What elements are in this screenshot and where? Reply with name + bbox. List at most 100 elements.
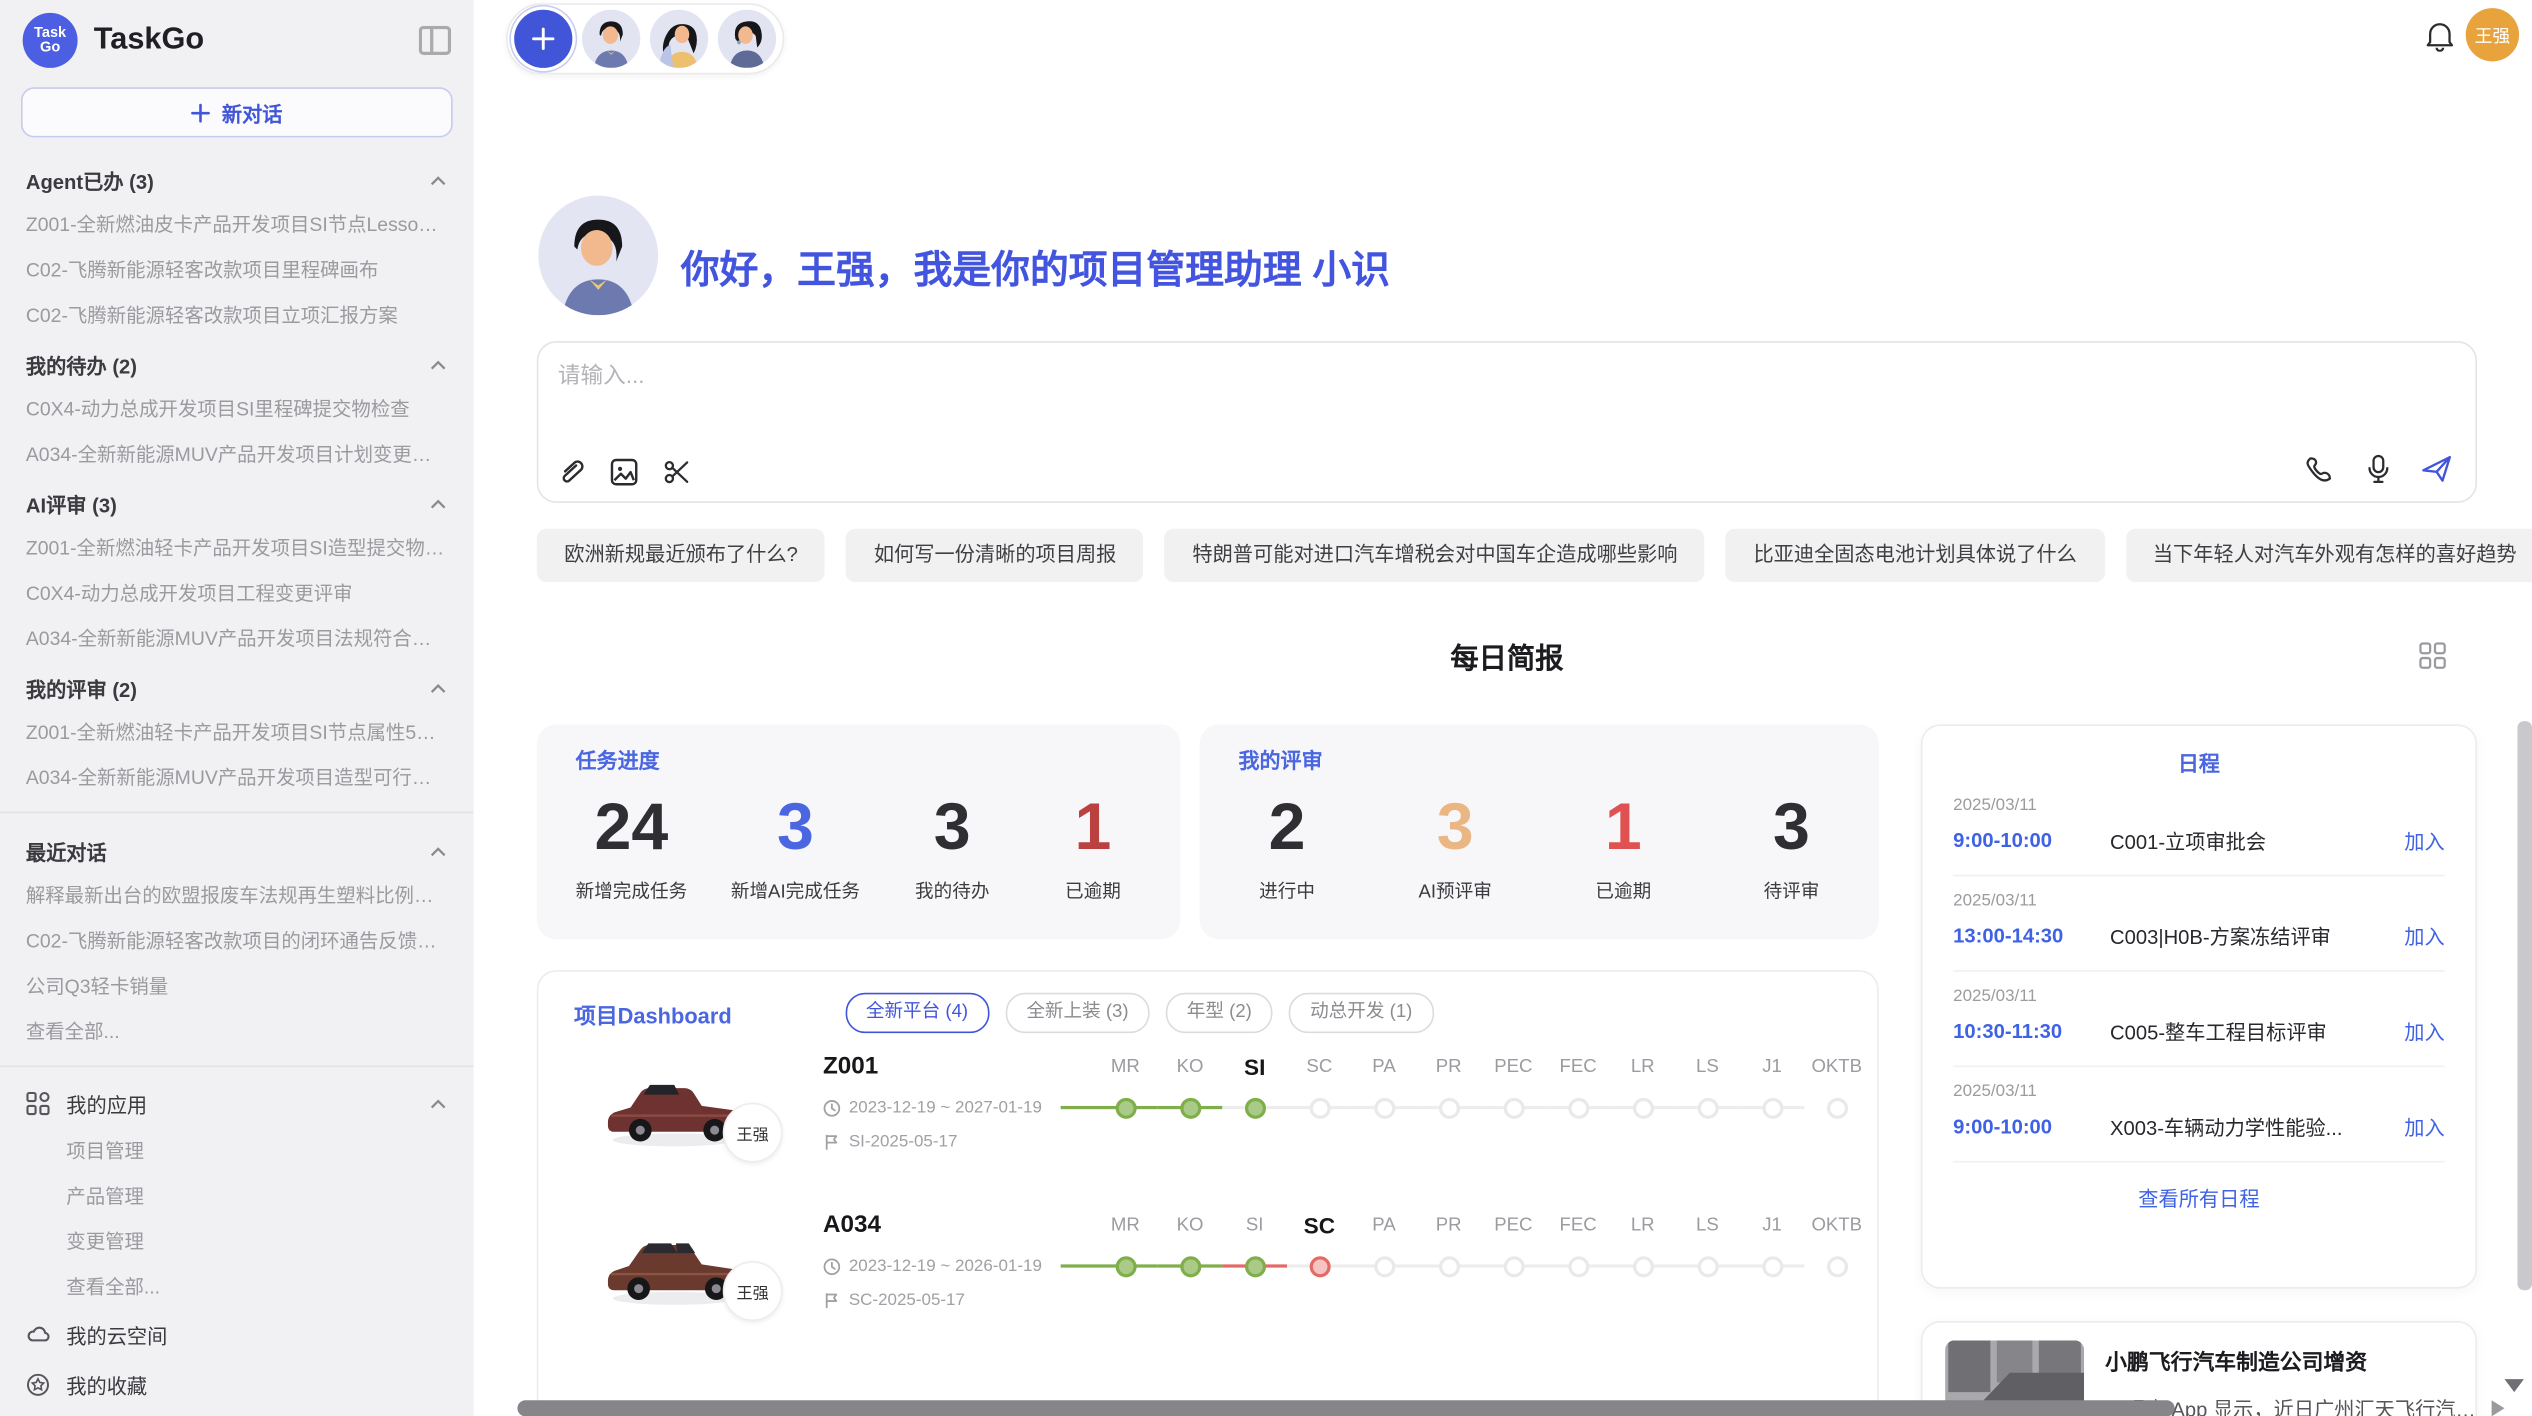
milestone-dot (1826, 1097, 1847, 1118)
view-all-apps-link[interactable]: 查看全部... (0, 1264, 474, 1309)
user-avatar[interactable]: 王强 (2466, 8, 2519, 61)
recent-section-header[interactable]: 最近对话 (0, 825, 474, 874)
collapse-panel-icon[interactable] (419, 26, 451, 55)
suggestion-chip[interactable]: 比亚迪全固态电池计划具体说了什么 (1726, 529, 2104, 582)
date-range-text: 2023-12-19 ~ 2027-01-19 (849, 1098, 1042, 1117)
sidebar-section-header[interactable]: AI评审 (3) (0, 477, 474, 526)
schedule-join-link[interactable]: 加入 (2404, 1111, 2444, 1142)
recent-conversation-item[interactable]: 公司Q3轻卡销量 (0, 964, 474, 1009)
chevron-up-icon[interactable] (428, 842, 447, 861)
schedule-join-link[interactable]: 加入 (2404, 1015, 2444, 1046)
flag-icon (823, 1291, 841, 1309)
milestone-dot (1115, 1097, 1136, 1118)
image-icon[interactable] (608, 456, 640, 488)
attachment-icon[interactable] (555, 456, 587, 488)
milestone-label: SC (1287, 1049, 1352, 1085)
sidebar-item[interactable]: Z001-全新燃油皮卡产品开发项目SI节点Lesson Learn报告 (0, 202, 474, 247)
schedule-name: C001-立项审批会 (2110, 825, 2404, 856)
horizontal-scrollbar-thumb[interactable] (517, 1400, 2174, 1416)
milestone-label: PEC (1481, 1049, 1546, 1085)
sidebar-item-cloud-space[interactable]: 我的云空间 (0, 1310, 474, 1360)
chevron-up-icon[interactable] (428, 494, 447, 513)
agent-avatar-1[interactable] (582, 10, 640, 68)
schedule-time: 9:00-10:00 (1953, 829, 2110, 852)
plus-icon (191, 103, 210, 122)
sidebar-item[interactable]: C02-飞腾新能源轻客改款项目立项汇报方案 (0, 293, 474, 338)
dashboard-tab[interactable]: 年型 (2) (1166, 993, 1273, 1033)
add-agent-button[interactable] (514, 10, 572, 68)
scroll-right-arrow[interactable] (2492, 1400, 2505, 1416)
chevron-up-icon[interactable] (428, 678, 447, 697)
milestone-dot (1309, 1255, 1330, 1276)
stat-item: 24新增完成任务 (576, 784, 688, 904)
sidebar-item[interactable]: A034-全新新能源MUV产品开发项目造型可行性评审 (0, 755, 474, 800)
scroll-down-arrow[interactable] (2505, 1379, 2524, 1392)
flag-text: SI-2025-05-17 (849, 1132, 958, 1151)
milestone-dot (1115, 1255, 1136, 1276)
milestone-label: PA (1352, 1208, 1417, 1244)
milestone-dot (1438, 1097, 1459, 1118)
schedule-item: 2025/03/1110:30-11:30C005-整车工程目标评审加入 (1953, 972, 2445, 1067)
agent-avatar-3[interactable] (718, 10, 776, 68)
app-item[interactable]: 产品管理 (0, 1174, 474, 1219)
sidebar-section-header[interactable]: Agent已办 (3) (0, 154, 474, 203)
sidebar-item[interactable]: Z001-全新燃油轻卡产品开发项目SI节点属性5D文件评审 (0, 710, 474, 755)
timeline-segment (1061, 1106, 1093, 1109)
suggestion-chip[interactable]: 欧洲新规最近颁布了什么? (537, 529, 826, 582)
schedule-card: 日程 2025/03/119:00-10:00C001-立项审批会加入2025/… (1921, 724, 2477, 1288)
app-item[interactable]: 项目管理 (0, 1129, 474, 1174)
dashboard-tab[interactable]: 动总开发 (1) (1289, 993, 1433, 1033)
dashboard-tab[interactable]: 全新上装 (3) (1005, 993, 1149, 1033)
milestone-dot (1697, 1097, 1718, 1118)
notification-bell-icon[interactable] (2425, 19, 2454, 51)
stat-item: 3AI预评审 (1407, 784, 1504, 904)
schedule-item: 2025/03/119:00-10:00C001-立项审批会加入 (1953, 781, 2445, 876)
dashboard-tabs: 全新平台 (4) 全新上装 (3) 年型 (2) 动总开发 (1) (845, 993, 1434, 1033)
schedule-item: 2025/03/11 13:00-14:30C003|H0B-方案冻结评审加入 (1953, 876, 2445, 971)
new-chat-button[interactable]: 新对话 (21, 87, 453, 137)
view-all-conversations-link[interactable]: 查看全部... (0, 1009, 474, 1054)
favorites-label: 我的收藏 (66, 1369, 448, 1400)
vertical-scrollbar-thumb[interactable] (2517, 721, 2532, 1290)
schedule-join-link[interactable]: 加入 (2404, 920, 2444, 951)
suggestion-chip[interactable]: 当下年轻人对汽车外观有怎样的喜好趋势 (2125, 529, 2532, 582)
suggestion-chip[interactable]: 特朗普可能对进口汽车增税会对中国车企造成哪些影响 (1165, 529, 1705, 582)
dashboard-tab[interactable]: 全新平台 (4) (845, 993, 989, 1033)
sidebar-item[interactable]: A034-全新新能源MUV产品开发项目计划变更表编写 (0, 432, 474, 477)
schedule-date: 2025/03/11 (1953, 891, 2445, 910)
agent-avatar-2[interactable] (650, 10, 708, 68)
my-apps-label: 我的应用 (66, 1088, 412, 1119)
milestone-label: MR (1093, 1049, 1158, 1085)
sidebar-item-favorites[interactable]: 我的收藏 (0, 1360, 474, 1410)
chat-input[interactable] (555, 356, 2340, 440)
view-all-schedule-link[interactable]: 查看所有日程 (1922, 1163, 2475, 1213)
agent-avatars-bar (506, 3, 784, 74)
schedule-time: 13:00-14:30 (1953, 924, 2110, 947)
sidebar-item-my-apps[interactable]: 我的应用 (0, 1078, 474, 1128)
sidebar-item[interactable]: C02-飞腾新能源轻客改款项目里程碑画布 (0, 247, 474, 292)
milestone-dot (1826, 1255, 1847, 1276)
chevron-up-icon[interactable] (428, 171, 447, 190)
sidebar-section-header[interactable]: 我的评审 (2) (0, 661, 474, 710)
recent-conversation-item[interactable]: C02-飞腾新能源轻客改款项目的闭环通告反馈情况 (0, 918, 474, 963)
stat-label: 新增完成任务 (576, 878, 688, 904)
sidebar-item[interactable]: C0X4-动力总成开发项目工程变更评审 (0, 571, 474, 616)
chevron-up-icon[interactable] (428, 355, 447, 374)
sidebar-item[interactable]: A034-全新新能源MUV产品开发项目法规符合性评审 (0, 616, 474, 661)
schedule-join-link[interactable]: 加入 (2404, 825, 2444, 856)
sidebar-item[interactable]: Z001-全新燃油轻卡产品开发项目SI造型提交物评审 (0, 525, 474, 570)
sidebar-item[interactable]: C0X4-动力总成开发项目SI里程碑提交物检查 (0, 386, 474, 431)
recent-conversation-item[interactable]: 解释最新出台的欧盟报废车法规再生塑料比例被调至15%... (0, 873, 474, 918)
phone-call-icon[interactable] (2304, 453, 2336, 485)
app-item[interactable]: 变更管理 (0, 1219, 474, 1264)
sidebar-section-header[interactable]: 我的待办 (2) (0, 338, 474, 387)
microphone-icon[interactable] (2362, 453, 2394, 485)
schedule-name: C003|H0B-方案冻结评审 (2110, 920, 2404, 951)
scissors-icon[interactable] (661, 456, 693, 488)
stat-value: 3 (904, 784, 1001, 868)
app-title: TaskGo (94, 23, 419, 59)
briefing-layout-icon[interactable] (2419, 642, 2446, 669)
suggestion-chip[interactable]: 如何写一份清晰的项目周报 (846, 529, 1144, 582)
send-icon[interactable] (2420, 453, 2452, 485)
chevron-up-icon[interactable] (428, 1094, 447, 1113)
